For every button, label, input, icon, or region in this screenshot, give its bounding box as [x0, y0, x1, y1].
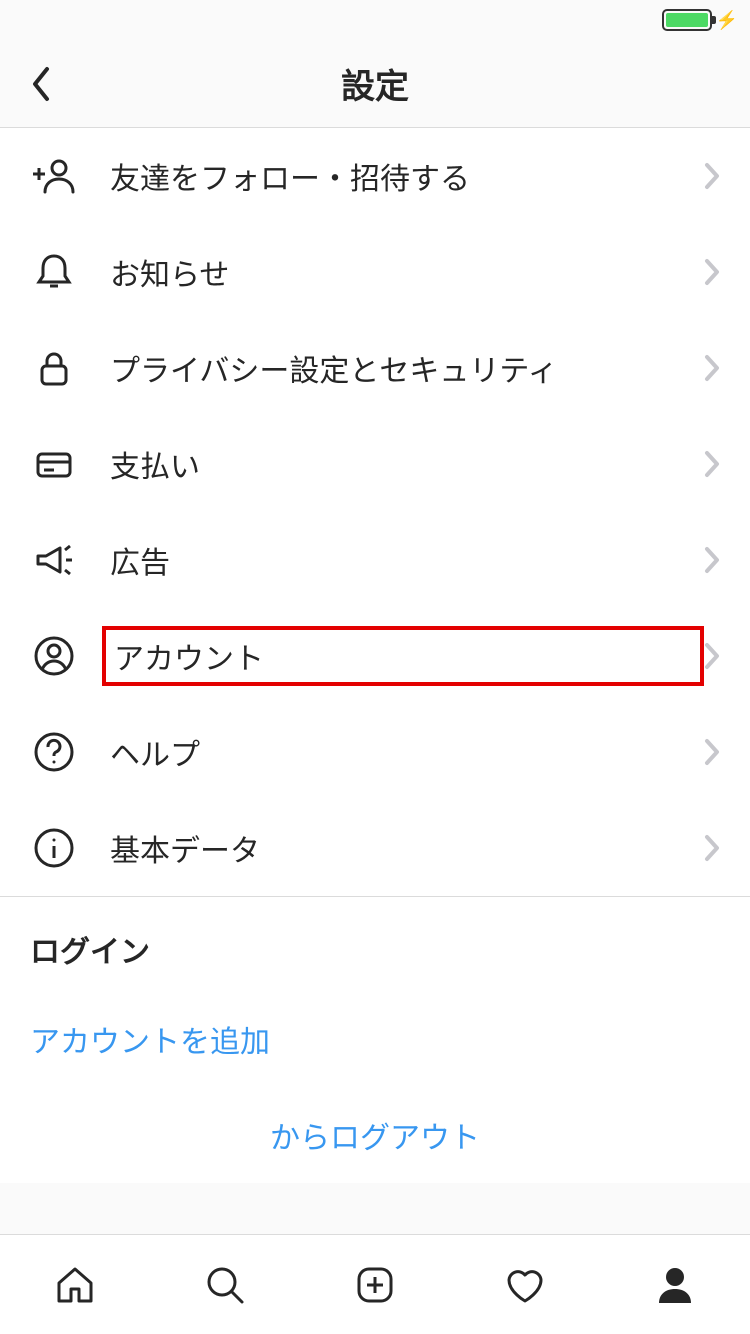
menu-notifications[interactable]: お知らせ [0, 224, 750, 320]
menu-label: 基本データ [102, 822, 704, 874]
help-icon [30, 728, 78, 776]
menu-label: 友達をフォロー・招待する [102, 150, 704, 202]
tab-bar [0, 1234, 750, 1334]
menu-help[interactable]: ヘルプ [0, 704, 750, 800]
menu-follow-invite[interactable]: 友達をフォロー・招待する [0, 128, 750, 224]
login-section-header: ログイン [0, 897, 750, 991]
settings-list: 友達をフォロー・招待する お知らせ プライバシー設定とセキュリティ 支払い 広告 [0, 128, 750, 1183]
battery-icon [662, 9, 712, 31]
menu-label: 支払い [102, 438, 704, 490]
menu-label: 広告 [102, 534, 704, 586]
menu-label: プライバシー設定とセキュリティ [102, 342, 704, 394]
tab-search[interactable] [150, 1235, 300, 1334]
menu-label: ヘルプ [102, 726, 704, 778]
chevron-right-icon [704, 642, 720, 670]
tab-add[interactable] [300, 1235, 450, 1334]
tab-activity[interactable] [450, 1235, 600, 1334]
add-account-link[interactable]: アカウントを追加 [0, 991, 750, 1087]
profile-icon [651, 1261, 699, 1309]
follow-invite-icon [30, 152, 78, 200]
tab-profile[interactable] [600, 1235, 750, 1334]
menu-about[interactable]: 基本データ [0, 800, 750, 896]
charging-icon: ⚡ [716, 10, 738, 31]
menu-payments[interactable]: 支払い [0, 416, 750, 512]
chevron-right-icon [704, 738, 720, 766]
back-button[interactable] [20, 64, 60, 104]
chevron-right-icon [704, 546, 720, 574]
chevron-right-icon [704, 258, 720, 286]
chevron-right-icon [704, 450, 720, 478]
logout-link[interactable]: からログアウト [0, 1087, 750, 1183]
menu-privacy-security[interactable]: プライバシー設定とセキュリティ [0, 320, 750, 416]
chevron-right-icon [704, 354, 720, 382]
lock-icon [30, 344, 78, 392]
tab-home[interactable] [0, 1235, 150, 1334]
page-title: 設定 [0, 59, 750, 108]
menu-account[interactable]: アカウント [0, 608, 750, 704]
menu-ads[interactable]: 広告 [0, 512, 750, 608]
heart-icon [501, 1261, 549, 1309]
search-icon [201, 1261, 249, 1309]
bell-icon [30, 248, 78, 296]
info-icon [30, 824, 78, 872]
account-icon [30, 632, 78, 680]
status-bar: ⚡ [0, 0, 750, 40]
card-icon [30, 440, 78, 488]
chevron-right-icon [704, 834, 720, 862]
add-post-icon [351, 1261, 399, 1309]
megaphone-icon [30, 536, 78, 584]
home-icon [51, 1261, 99, 1309]
menu-label: お知らせ [102, 246, 704, 298]
menu-label: アカウント [102, 626, 704, 686]
chevron-right-icon [704, 162, 720, 190]
header: 設定 [0, 40, 750, 128]
chevron-left-icon [29, 65, 51, 103]
